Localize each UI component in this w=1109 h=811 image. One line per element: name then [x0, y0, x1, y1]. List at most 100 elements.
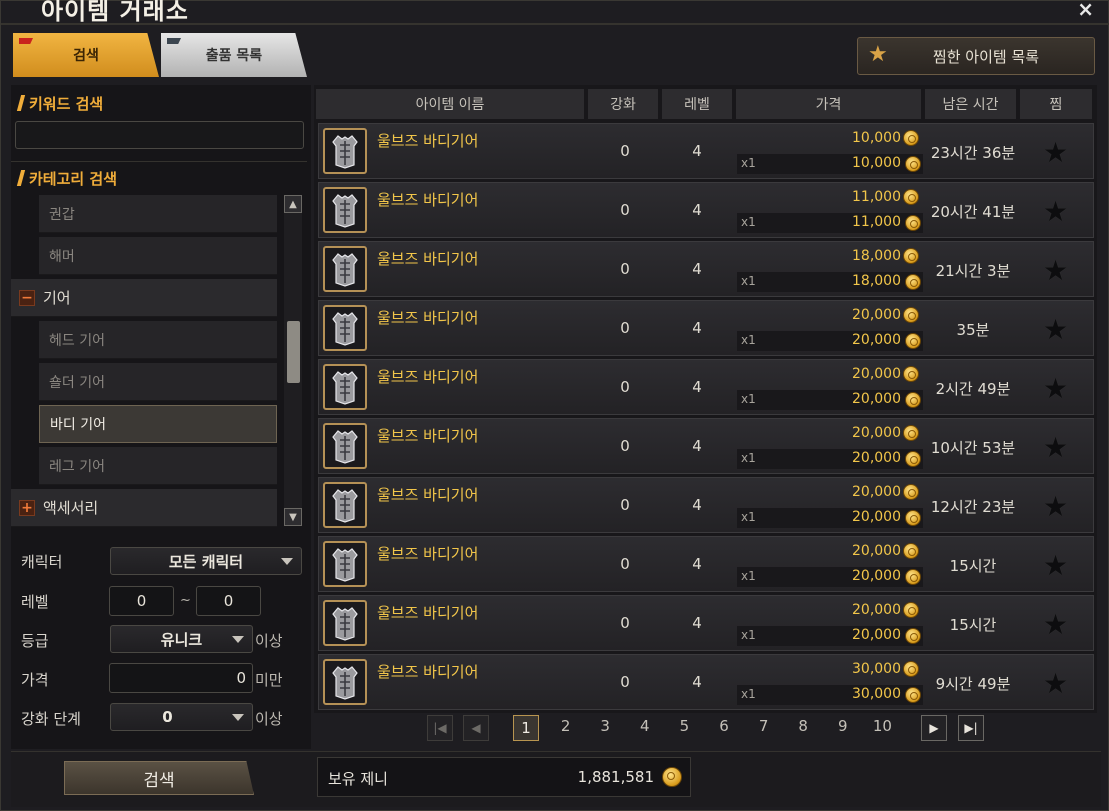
category-item-label: 해머	[49, 248, 75, 265]
table-row[interactable]: 울브즈 바디기어 0 4 11,000 x1 11,000 20시간 41분 ★	[318, 182, 1094, 238]
favorite-star-icon[interactable]: ★	[1043, 608, 1068, 641]
table-row[interactable]: 울브즈 바디기어 0 4 20,000 x1 20,000 2시간 49분 ★	[318, 359, 1094, 415]
category-item-body-gear[interactable]: 바디 기어	[39, 405, 277, 443]
column-header-favorite[interactable]: 찜	[1020, 89, 1094, 119]
time-left: 21시간 3분	[935, 262, 1011, 280]
character-dropdown[interactable]: 모든 캐릭터	[110, 547, 302, 575]
page-10-button[interactable]: 10	[869, 717, 895, 735]
favorite-star-icon[interactable]: ★	[1043, 254, 1068, 287]
close-button[interactable]: ×	[1077, 0, 1094, 21]
expand-icon[interactable]: +	[19, 499, 35, 516]
total-price: 20,000	[852, 509, 901, 525]
category-item-head-gear[interactable]: 헤드 기어	[39, 321, 277, 359]
unit-price: 20,000	[852, 307, 901, 323]
total-price-box: x1 18,000	[737, 272, 923, 292]
category-group-gear[interactable]: − 기어	[11, 279, 277, 317]
level-value: 4	[692, 201, 702, 219]
table-row[interactable]: 울브즈 바디기어 0 4 20,000 x1 20,000 15시간 ★	[318, 595, 1094, 651]
column-header-level[interactable]: 레벨	[662, 89, 734, 119]
enhance-value: 0	[620, 673, 630, 691]
page-8-button[interactable]: 8	[790, 717, 816, 735]
table-row[interactable]: 울브즈 바디기어 0 4 20,000 x1 20,000 35분 ★	[318, 300, 1094, 356]
column-header-time-left[interactable]: 남은 시간	[925, 89, 1018, 119]
level-max-input[interactable]: 0	[196, 586, 261, 616]
table-row[interactable]: 울브즈 바디기어 0 4 10,000 x1 10,000 23시간 36분 ★	[318, 123, 1094, 179]
favorite-star-icon[interactable]: ★	[1043, 195, 1068, 228]
search-button[interactable]: 검색	[64, 761, 254, 795]
table-row[interactable]: 울브즈 바디기어 0 4 18,000 x1 18,000 21시간 3분 ★	[318, 241, 1094, 297]
table-row[interactable]: 울브즈 바디기어 0 4 20,000 x1 20,000 15시간 ★	[318, 536, 1094, 592]
level-value: 4	[692, 437, 702, 455]
page-1-button[interactable]: 1	[513, 715, 539, 741]
total-price-box: x1 20,000	[737, 626, 923, 646]
favorite-star-icon[interactable]: ★	[1043, 372, 1068, 405]
body-gear-icon	[323, 246, 367, 292]
category-group-accessory[interactable]: + 액세서리	[11, 489, 277, 527]
prev-page-icon[interactable]: ◀	[463, 715, 489, 741]
page-4-button[interactable]: 4	[632, 717, 658, 735]
time-left: 2시간 49분	[935, 380, 1011, 398]
column-header-price[interactable]: 가격	[736, 89, 923, 119]
level-min-input[interactable]: 0	[109, 586, 174, 616]
tab-search[interactable]: 검색	[13, 33, 159, 77]
favorite-star-icon[interactable]: ★	[1043, 549, 1068, 582]
page-2-button[interactable]: 2	[553, 717, 579, 735]
price-input[interactable]: 0	[109, 663, 253, 693]
last-page-icon[interactable]: ▶|	[958, 715, 984, 741]
table-row[interactable]: 울브즈 바디기어 0 4 30,000 x1 30,000 9시간 49분 ★	[318, 654, 1094, 710]
favorites-list-button[interactable]: ★ 찜한 아이템 목록	[857, 37, 1095, 75]
collapse-icon[interactable]: −	[19, 289, 35, 306]
favorites-list-label: 찜한 아이템 목록	[932, 47, 1040, 66]
scroll-up-icon[interactable]: ▲	[284, 195, 302, 213]
category-item-gauntlet[interactable]: 권갑	[39, 195, 277, 233]
page-7-button[interactable]: 7	[751, 717, 777, 735]
favorite-star-icon[interactable]: ★	[1043, 490, 1068, 523]
category-item-shoulder-gear[interactable]: 숄더 기어	[39, 363, 277, 401]
category-list: 권갑 해머 − 기어 헤드 기어 숄더 기어 바디 기어 레그 기어 + 액세서…	[11, 193, 279, 527]
body-gear-icon	[323, 305, 367, 351]
page-3-button[interactable]: 3	[592, 717, 618, 735]
keyword-input[interactable]	[15, 121, 304, 149]
column-header-enhance[interactable]: 강화	[588, 89, 660, 119]
favorite-star-icon[interactable]: ★	[1043, 431, 1068, 464]
item-name: 울브즈 바디기어	[377, 309, 479, 327]
enhance-value: 0	[620, 142, 630, 160]
total-price: 20,000	[852, 391, 901, 407]
page-9-button[interactable]: 9	[830, 717, 856, 735]
item-name: 울브즈 바디기어	[377, 132, 479, 150]
category-group-label: 기어	[43, 289, 71, 307]
next-page-icon[interactable]: ▶	[921, 715, 947, 741]
enhance-dropdown[interactable]: 0	[110, 703, 253, 731]
coin-icon	[905, 392, 921, 408]
first-page-icon[interactable]: |◀	[427, 715, 453, 741]
enhance-value: 0	[620, 614, 630, 632]
table-row[interactable]: 울브즈 바디기어 0 4 20,000 x1 20,000 12시간 23분 ★	[318, 477, 1094, 533]
table-row[interactable]: 울브즈 바디기어 0 4 20,000 x1 20,000 10시간 53분 ★	[318, 418, 1094, 474]
total-price-box: x1 20,000	[737, 567, 923, 587]
grade-dropdown[interactable]: 유니크	[110, 625, 253, 653]
favorite-star-icon[interactable]: ★	[1043, 667, 1068, 700]
level-value: 4	[692, 496, 702, 514]
item-name: 울브즈 바디기어	[377, 427, 479, 445]
coin-icon	[905, 451, 921, 467]
character-value: 모든 캐릭터	[168, 552, 244, 571]
page-5-button[interactable]: 5	[671, 717, 697, 735]
tab-listings[interactable]: 출품 목록	[161, 33, 307, 77]
scroll-thumb[interactable]	[287, 321, 300, 383]
category-item-leg-gear[interactable]: 레그 기어	[39, 447, 277, 485]
favorite-star-icon[interactable]: ★	[1043, 313, 1068, 346]
category-item-hammer[interactable]: 해머	[39, 237, 277, 275]
time-left: 10시간 53분	[930, 439, 1016, 457]
total-price-box: x1 20,000	[737, 508, 923, 528]
page-6-button[interactable]: 6	[711, 717, 737, 735]
scroll-down-icon[interactable]: ▼	[284, 508, 302, 526]
enhance-value: 0	[162, 708, 173, 726]
enhance-value: 0	[620, 555, 630, 573]
enhance-suffix: 이상	[255, 710, 283, 728]
total-price: 20,000	[852, 332, 901, 348]
favorite-star-icon[interactable]: ★	[1043, 136, 1068, 169]
total-price-box: x1 30,000	[737, 685, 923, 705]
auction-window: 아이템 거래소 × 검색 출품 목록 ★ 찜한 아이템 목록 키워드 검색 카테…	[0, 0, 1109, 811]
category-item-label: 헤드 기어	[49, 332, 105, 349]
column-header-item-name[interactable]: 아이템 이름	[316, 89, 586, 119]
